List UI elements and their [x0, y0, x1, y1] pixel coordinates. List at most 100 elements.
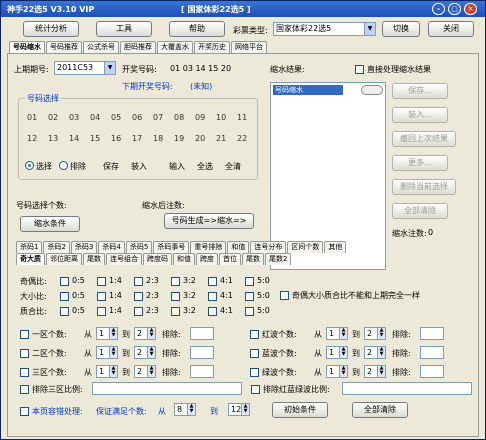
spin-arrows-icon[interactable]: ▲ ▼ — [147, 347, 155, 358]
results-scroll-handle[interactable] — [361, 85, 383, 95]
condition-tab[interactable]: 重号排除 — [190, 241, 227, 253]
row-checkbox[interactable] — [20, 349, 29, 358]
load-link[interactable]: 装入 — [131, 161, 147, 172]
spin-arrows-icon[interactable]: ▲ ▼ — [109, 366, 117, 377]
condition-tab[interactable]: 和值 — [173, 253, 195, 265]
number-ball[interactable]: 16 — [111, 134, 121, 143]
condition-tab[interactable]: 连号组合 — [106, 253, 142, 265]
input-link[interactable]: 输入 — [169, 161, 185, 172]
delete-selection-button[interactable]: 删除当前选择 — [392, 179, 456, 195]
number-ball[interactable]: 01 — [27, 113, 37, 122]
tab-dan[interactable]: 胆码推荐 — [120, 41, 156, 53]
to-spinner[interactable]: 2 ▲ ▼ — [134, 327, 156, 340]
condition-tab[interactable]: 杀码2 — [43, 241, 70, 253]
ratio-checkbox[interactable] — [171, 292, 180, 301]
number-ball[interactable]: 04 — [90, 113, 100, 122]
exclude-color-ratio-checkbox[interactable] — [251, 385, 260, 394]
condition-tab[interactable]: 奇大质 — [16, 253, 45, 265]
number-ball[interactable]: 07 — [153, 113, 163, 122]
tab-network[interactable]: 网络平台 — [231, 41, 267, 53]
number-ball[interactable]: 11 — [237, 113, 247, 122]
number-ball[interactable]: 20 — [195, 134, 205, 143]
ratio-checkbox[interactable] — [208, 292, 217, 301]
condition-tab[interactable]: 其他 — [324, 241, 347, 253]
condition-tab[interactable]: 尾数 — [242, 253, 264, 265]
spin-arrows-icon[interactable]: ▲ ▼ — [339, 328, 347, 339]
condition-tab[interactable]: 杀码1 — [16, 241, 43, 253]
tab-history[interactable]: 开奖历史 — [194, 41, 230, 53]
exclude-input[interactable] — [190, 346, 214, 359]
spin-arrows-icon[interactable]: ▲ ▼ — [339, 347, 347, 358]
number-ball[interactable]: 08 — [174, 113, 184, 122]
close-icon[interactable]: ✕ — [464, 3, 477, 15]
row-checkbox[interactable] — [250, 330, 259, 339]
help-button[interactable]: 帮助 — [169, 21, 225, 37]
fault-from-spinner[interactable]: 8 ▲ ▼ — [174, 403, 196, 416]
condition-tab[interactable]: 连号分布 — [250, 241, 287, 253]
number-ball[interactable]: 09 — [195, 113, 205, 122]
ratio-checkbox[interactable] — [97, 277, 106, 286]
close-button[interactable]: 关闭 — [428, 21, 474, 37]
fault-to-spinner[interactable]: 12 ▲ ▼ — [228, 403, 250, 416]
number-ball[interactable]: 02 — [48, 113, 58, 122]
row-checkbox[interactable] — [20, 368, 29, 377]
ratio-checkbox[interactable] — [134, 307, 143, 316]
condition-tab[interactable]: 邻位距离 — [46, 253, 82, 265]
spin-arrows-icon[interactable]: ▲ ▼ — [241, 404, 249, 415]
fault-tolerance-checkbox[interactable] — [20, 407, 29, 416]
ratio-checkbox[interactable] — [245, 277, 254, 286]
reset-conditions-button[interactable]: 初始条件 — [272, 402, 328, 418]
number-ball[interactable]: 17 — [132, 134, 142, 143]
condition-tab[interactable]: 区间个数 — [287, 241, 324, 253]
ratio-checkbox[interactable] — [97, 307, 106, 316]
from-spinner[interactable]: 1 ▲ ▼ — [96, 327, 118, 340]
condition-tab[interactable]: 首位 — [219, 253, 241, 265]
ratio-checkbox[interactable] — [245, 292, 254, 301]
exclude-input[interactable] — [420, 327, 444, 340]
spin-arrows-icon[interactable]: ▲ ▼ — [109, 347, 117, 358]
to-spinner[interactable]: 2 ▲ ▼ — [364, 346, 386, 359]
to-spinner[interactable]: 2 ▲ ▼ — [134, 365, 156, 378]
exclude-zone-ratio-input[interactable] — [92, 382, 242, 395]
number-ball[interactable]: 14 — [69, 134, 79, 143]
minimize-icon[interactable]: – — [432, 3, 445, 15]
ratio-checkbox[interactable] — [60, 307, 69, 316]
clear-link[interactable]: 全清 — [225, 161, 241, 172]
number-ball[interactable]: 13 — [48, 134, 58, 143]
spin-arrows-icon[interactable]: ▲ ▼ — [109, 328, 117, 339]
ratio-checkbox[interactable] — [134, 277, 143, 286]
exclude-input[interactable] — [190, 327, 214, 340]
row-checkbox[interactable] — [250, 368, 259, 377]
number-ball[interactable]: 12 — [27, 134, 37, 143]
ratio-checkbox[interactable] — [171, 277, 180, 286]
spin-arrows-icon[interactable]: ▲ ▼ — [377, 328, 385, 339]
condition-tab[interactable]: 杀码4 — [98, 241, 125, 253]
same-rule-checkbox[interactable] — [280, 291, 289, 300]
spin-arrows-icon[interactable]: ▲ ▼ — [147, 328, 155, 339]
switch-button[interactable]: 切换 — [382, 21, 420, 37]
generate-shrink-button[interactable]: 号码生成=>缩水=> — [164, 213, 254, 229]
restore-button[interactable]: 撤回上次结果 — [392, 131, 456, 147]
exclude-color-ratio-input[interactable] — [342, 382, 472, 395]
to-spinner[interactable]: 2 ▲ ▼ — [364, 365, 386, 378]
number-ball[interactable]: 15 — [90, 134, 100, 143]
clear-all-results-button[interactable]: 全部清除 — [392, 203, 448, 219]
number-ball[interactable]: 21 — [216, 134, 226, 143]
direct-process-checkbox[interactable] — [355, 65, 364, 74]
exclude-zone-ratio-checkbox[interactable] — [20, 385, 29, 394]
stats-button[interactable]: 统计分析 — [23, 21, 79, 37]
ratio-checkbox[interactable] — [60, 277, 69, 286]
row-checkbox[interactable] — [20, 330, 29, 339]
results-save-button[interactable]: 保存... — [392, 83, 448, 99]
period-select[interactable]: 2011C53 ▼ — [54, 61, 116, 75]
more-button[interactable]: 更多... — [392, 155, 448, 171]
ratio-checkbox[interactable] — [60, 292, 69, 301]
maximize-icon[interactable]: ▢ — [448, 3, 461, 15]
spin-arrows-icon[interactable]: ▲ ▼ — [377, 366, 385, 377]
tab-formula[interactable]: 公式杀号 — [83, 41, 119, 53]
spin-arrows-icon[interactable]: ▲ ▼ — [339, 366, 347, 377]
ratio-checkbox[interactable] — [134, 292, 143, 301]
exclude-input[interactable] — [420, 346, 444, 359]
condition-tab[interactable]: 杀码事号 — [153, 241, 190, 253]
from-spinner[interactable]: 1 ▲ ▼ — [96, 346, 118, 359]
